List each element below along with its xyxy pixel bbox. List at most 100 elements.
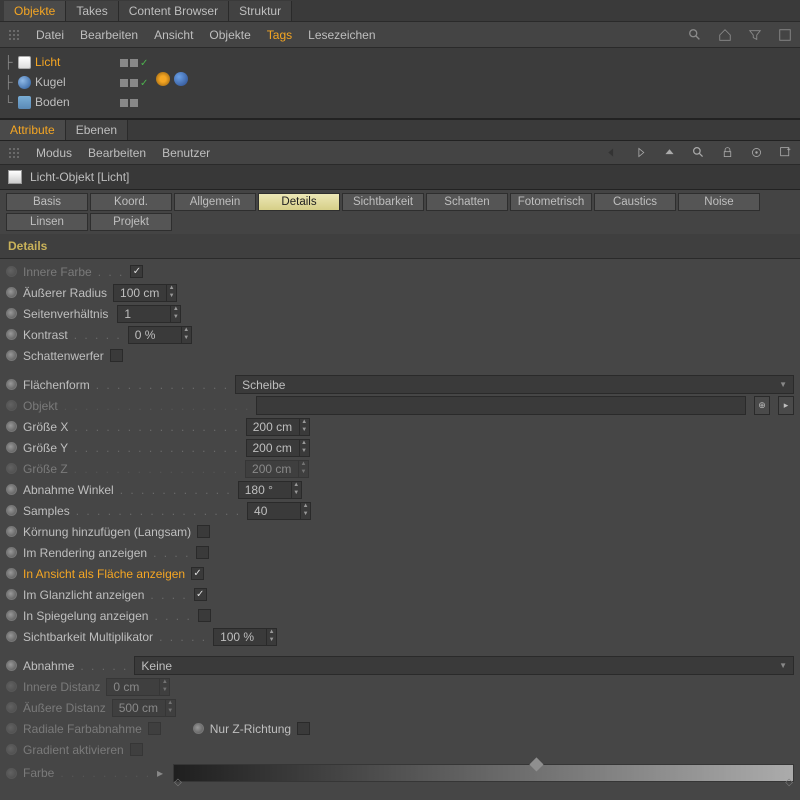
param-anim-icon[interactable]	[6, 526, 17, 537]
param-anim-icon[interactable]	[6, 568, 17, 579]
row-im-glanzlicht: Im Glanzlicht anzeigen. . . . ✓	[0, 584, 800, 605]
aeusserer-radius-input[interactable]: 100 cm▲▼	[113, 284, 177, 302]
sicht-mult-input[interactable]: 100 %▲▼	[213, 628, 277, 646]
subtab-allgemein[interactable]: Allgemein	[174, 193, 256, 211]
vis-tag-boden[interactable]	[120, 93, 150, 113]
param-anim-icon[interactable]	[6, 421, 17, 432]
param-anim-icon[interactable]	[6, 681, 17, 692]
tab-ebenen[interactable]: Ebenen	[66, 120, 128, 140]
search-icon[interactable]	[692, 146, 705, 159]
subtab-sichtbarkeit[interactable]: Sichtbarkeit	[342, 193, 424, 211]
objekt-picker-button[interactable]: ⊕	[754, 396, 770, 415]
param-anim-icon[interactable]	[6, 768, 17, 779]
kontrast-input[interactable]: 0 %▲▼	[128, 326, 192, 344]
param-anim-icon[interactable]	[6, 379, 17, 390]
abnahme-winkel-input[interactable]: 180 °▲▼	[238, 481, 302, 499]
groesse-x-input[interactable]: 200 cm▲▼	[246, 418, 310, 436]
menu-modus[interactable]: Modus	[36, 146, 72, 160]
tree-item-licht[interactable]: ├ Licht	[0, 52, 120, 72]
tab-content-browser[interactable]: Content Browser	[119, 1, 229, 21]
seitenverhaeltnis-input[interactable]: 1▲▼	[117, 305, 181, 323]
objekt-menu-button[interactable]: ▸	[778, 396, 794, 415]
param-anim-icon[interactable]	[6, 329, 17, 340]
subtab-koord[interactable]: Koord.	[90, 193, 172, 211]
menu-ansicht[interactable]: Ansicht	[154, 28, 193, 42]
subtab-noise[interactable]: Noise	[678, 193, 760, 211]
menu-benutzer[interactable]: Benutzer	[162, 146, 210, 160]
param-anim-icon[interactable]	[6, 589, 17, 600]
row-schattenwerfer: Schattenwerfer	[0, 345, 800, 366]
im-rendering-checkbox[interactable]	[196, 546, 209, 559]
param-anim-icon[interactable]	[6, 350, 17, 361]
abnahme-dropdown[interactable]: Keine▼	[134, 656, 794, 675]
menu-objekte[interactable]: Objekte	[209, 28, 250, 42]
menu-lesezeichen[interactable]: Lesezeichen	[308, 28, 375, 42]
subtab-details[interactable]: Details	[258, 193, 340, 211]
aeussere-distanz-input: 500 cm▲▼	[112, 699, 176, 717]
koernung-checkbox[interactable]	[197, 525, 210, 538]
subtab-linsen[interactable]: Linsen	[6, 213, 88, 231]
row-gradient-aktivieren: Gradient aktivieren	[0, 739, 800, 760]
filter-icon[interactable]	[748, 28, 762, 42]
tag-icon-1[interactable]	[156, 72, 170, 86]
lock-icon[interactable]	[721, 146, 734, 159]
param-anim-icon[interactable]	[6, 610, 17, 621]
param-anim-icon[interactable]	[6, 400, 17, 411]
objekt-link-field[interactable]	[256, 396, 746, 415]
menu-datei[interactable]: Datei	[36, 28, 64, 42]
param-anim-icon[interactable]	[6, 505, 17, 516]
menu-bearbeiten[interactable]: Bearbeiten	[80, 28, 138, 42]
samples-input[interactable]: 40▲▼	[247, 502, 311, 520]
in-spiegelung-checkbox[interactable]	[198, 609, 211, 622]
vis-tag-kugel[interactable]: ✓	[120, 73, 150, 93]
home-icon[interactable]	[718, 28, 732, 42]
subtab-projekt[interactable]: Projekt	[90, 213, 172, 231]
param-anim-icon[interactable]	[6, 723, 17, 734]
param-anim-icon[interactable]	[6, 308, 17, 319]
param-anim-icon[interactable]	[6, 442, 17, 453]
param-anim-icon[interactable]	[6, 463, 17, 474]
im-glanzlicht-checkbox[interactable]: ✓	[194, 588, 207, 601]
subtab-basis[interactable]: Basis	[6, 193, 88, 211]
innere-farbe-checkbox[interactable]: ✓	[130, 265, 143, 278]
expand-icon[interactable]	[778, 28, 792, 42]
subtab-schatten[interactable]: Schatten	[426, 193, 508, 211]
param-anim-icon[interactable]	[6, 484, 17, 495]
vis-tag-licht[interactable]: ✓	[120, 53, 150, 73]
param-anim-icon[interactable]	[6, 266, 17, 277]
subtab-caustics[interactable]: Caustics	[594, 193, 676, 211]
param-anim-icon[interactable]	[6, 660, 17, 671]
tab-objekte[interactable]: Objekte	[4, 1, 66, 21]
tab-attribute[interactable]: Attribute	[0, 120, 66, 140]
new-icon[interactable]	[779, 146, 792, 159]
flaechenform-dropdown[interactable]: Scheibe▼	[235, 375, 794, 394]
param-anim-icon[interactable]	[193, 723, 204, 734]
tab-takes[interactable]: Takes	[66, 1, 118, 21]
subtab-fotometrisch[interactable]: Fotometrisch	[510, 193, 592, 211]
groesse-y-input[interactable]: 200 cm▲▼	[246, 439, 310, 457]
attribute-manager-tabs: Attribute Ebenen	[0, 119, 800, 141]
param-anim-icon[interactable]	[6, 631, 17, 642]
param-anim-icon[interactable]	[6, 744, 17, 755]
menu-tags[interactable]: Tags	[267, 28, 292, 42]
nav-back-icon[interactable]	[605, 146, 618, 159]
tree-item-kugel[interactable]: ├ Kugel	[0, 72, 120, 92]
light-object-icon	[18, 56, 31, 69]
nav-up-icon[interactable]	[663, 146, 676, 159]
tag-icon-2[interactable]	[174, 72, 188, 86]
param-anim-icon[interactable]	[6, 547, 17, 558]
tree-item-boden[interactable]: └ Boden	[0, 92, 120, 112]
tab-struktur[interactable]: Struktur	[229, 1, 292, 21]
nur-z-richtung-checkbox[interactable]	[297, 722, 310, 735]
target-icon[interactable]	[750, 146, 763, 159]
param-anim-icon[interactable]	[6, 702, 17, 713]
in-ansicht-checkbox[interactable]: ✓	[191, 567, 204, 580]
object-manager-tabs: Objekte Takes Content Browser Struktur	[0, 0, 800, 22]
row-radiale-nurz: Radiale Farbabnahme Nur Z-Richtung	[0, 718, 800, 739]
nav-fwd-icon[interactable]	[634, 146, 647, 159]
schattenwerfer-checkbox[interactable]	[110, 349, 123, 362]
gradient-expand-icon[interactable]: ▸	[157, 766, 163, 780]
param-anim-icon[interactable]	[6, 287, 17, 298]
search-icon[interactable]	[688, 28, 702, 42]
menu-bearbeiten-attr[interactable]: Bearbeiten	[88, 146, 146, 160]
